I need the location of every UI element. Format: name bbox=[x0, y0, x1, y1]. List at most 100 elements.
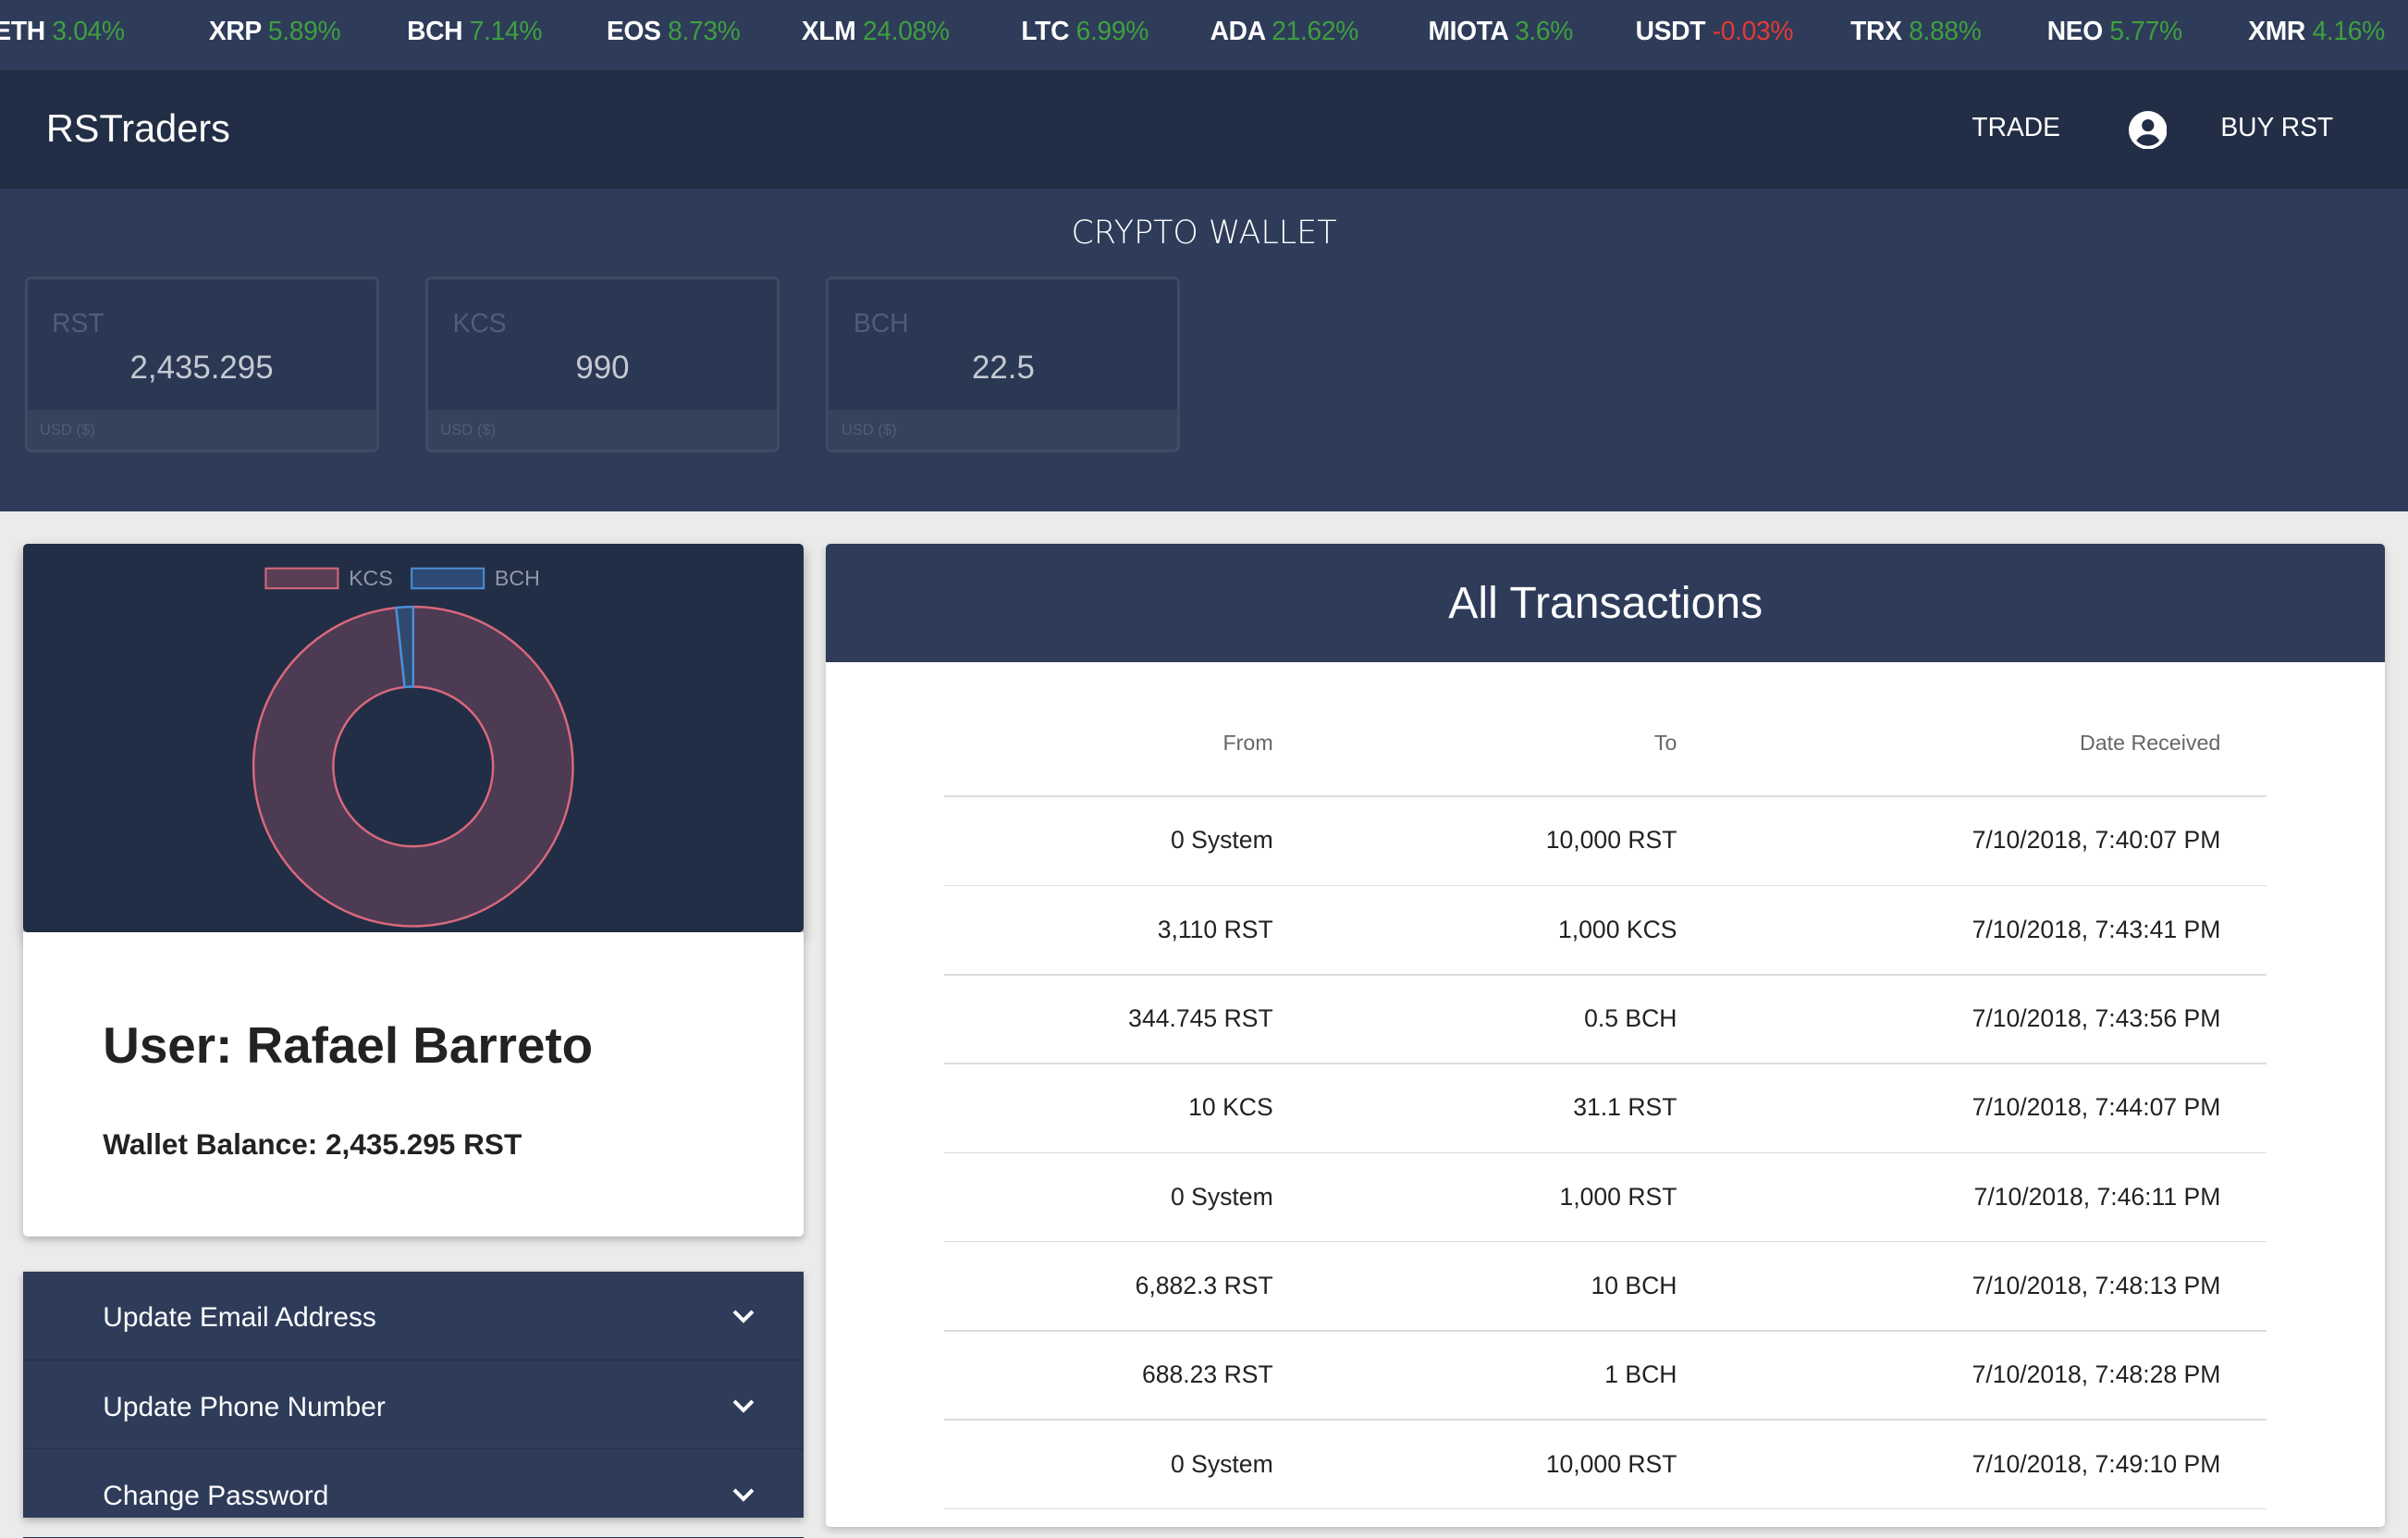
cell-date: 7/10/2018, 7:46:11 PM bbox=[1973, 1182, 2221, 1211]
table-row: 344.745 RST 0.5 BCH 7/10/2018, 7:43:56 P… bbox=[826, 976, 2385, 1064]
transactions-panel: All Transactions From To Date Received 0… bbox=[826, 543, 2386, 1527]
cell-date: 7/10/2018, 7:48:28 PM bbox=[1972, 1360, 2221, 1389]
crypto-wallet-section: CRYPTO WALLET RST 2,435.295 USD ($) KCS … bbox=[0, 189, 2408, 511]
ticker-change: 8.73% bbox=[668, 15, 741, 45]
ticker-symbol: ETH bbox=[0, 15, 45, 45]
ticker-change: 21.62% bbox=[1272, 15, 1358, 45]
table-row: 0 System 10,000 RST 7/10/2018, 7:40:07 P… bbox=[826, 797, 2385, 886]
ticker-item-xlm: XLM 24.08% bbox=[802, 16, 950, 46]
accordion-update-email[interactable]: Update Email Address bbox=[22, 1272, 804, 1360]
ticker-change: 8.88% bbox=[1909, 15, 1982, 45]
table-row: 688.23 RST 1 BCH 7/10/2018, 7:48:28 PM bbox=[826, 1332, 2385, 1421]
ticker-item-usdt: USDT -0.03% bbox=[1635, 15, 1794, 46]
user-name: User: Rafael Barreto bbox=[103, 1015, 594, 1074]
ticker-item-neo: NEO 5.77% bbox=[2047, 16, 2182, 46]
cell-from: 688.23 RST bbox=[1141, 1360, 1273, 1389]
account-settings-accordion: Update Email Address Update Phone Number… bbox=[22, 1272, 804, 1538]
ticker-symbol: EOS bbox=[606, 15, 661, 45]
ticker-change: 7.14% bbox=[469, 15, 543, 45]
wallet-card-amount: 990 bbox=[575, 350, 630, 387]
wallet-balance: Wallet Balance: 2,435.295 RST bbox=[103, 1126, 522, 1161]
doughnut-slices bbox=[252, 605, 574, 928]
accordion-update-phone[interactable]: Update Phone Number bbox=[22, 1360, 804, 1450]
user-info-card: User: Rafael Barreto Wallet Balance: 2,4… bbox=[22, 932, 804, 1237]
cell-date: 7/10/2018, 7:48:13 PM bbox=[1972, 1272, 2221, 1300]
wallet-card-bch[interactable]: BCH 22.5 USD ($) bbox=[826, 276, 1181, 453]
holdings-chart-panel: KCS BCH bbox=[22, 543, 804, 933]
wallet-card-symbol: BCH bbox=[854, 308, 909, 338]
accordion-label: Update Email Address bbox=[103, 1302, 376, 1334]
table-row: 0 System 1,000 RST 7/10/2018, 7:46:11 PM bbox=[826, 1153, 2385, 1242]
wallet-card-symbol: RST bbox=[52, 308, 104, 338]
legend-swatch-kcs[interactable] bbox=[264, 567, 339, 590]
ticker-change: 6.99% bbox=[1075, 15, 1149, 45]
wallet-card-usd-row: USD ($) bbox=[829, 410, 1178, 450]
cell-from: 10 KCS bbox=[1188, 1093, 1273, 1122]
transactions-title: All Transactions bbox=[1448, 578, 1763, 629]
wallet-card-amount: 2,435.295 bbox=[129, 350, 274, 387]
cell-from: 344.745 RST bbox=[1128, 1004, 1273, 1033]
cell-date: 7/10/2018, 7:40:07 PM bbox=[1972, 826, 2221, 855]
ticker-change: 5.89% bbox=[267, 15, 341, 45]
column-header-to: To bbox=[1653, 731, 1677, 756]
price-ticker: ETH 3.04% XRP 5.89% BCH 7.14% EOS 8.73% … bbox=[0, 0, 2408, 71]
wallet-card-kcs[interactable]: KCS 990 USD ($) bbox=[425, 276, 780, 453]
doughnut-chart: KCS BCH bbox=[252, 566, 574, 928]
ticker-change: 3.04% bbox=[52, 15, 125, 45]
cell-from: 3,110 RST bbox=[1157, 915, 1273, 943]
ticker-item-trx: TRX 8.88% bbox=[1850, 15, 1982, 46]
top-navbar: RSTraders TRADE BUY RST bbox=[0, 70, 2408, 190]
cell-from: 0 System bbox=[1170, 1449, 1273, 1478]
ticker-symbol: XMR bbox=[2248, 15, 2305, 45]
ticker-symbol: LTC bbox=[1021, 15, 1070, 45]
chevron-down-icon bbox=[732, 1488, 755, 1502]
ticker-change: 3.6% bbox=[1515, 15, 1574, 45]
chevron-down-icon bbox=[732, 1399, 755, 1413]
wallet-card-rst[interactable]: RST 2,435.295 USD ($) bbox=[24, 276, 379, 453]
cell-to: 0.5 BCH bbox=[1584, 1004, 1677, 1033]
cell-from: 0 System bbox=[1170, 1182, 1273, 1211]
wallet-card-usd-row: USD ($) bbox=[428, 410, 777, 450]
ticker-item-miota: MIOTA 3.6% bbox=[1428, 16, 1573, 46]
cell-to: 10 BCH bbox=[1591, 1272, 1677, 1300]
cell-to: 10,000 RST bbox=[1545, 826, 1677, 855]
buy-rst-link[interactable]: BUY RST bbox=[2220, 112, 2333, 142]
wallet-card-usd-label: USD ($) bbox=[440, 420, 497, 438]
table-row: 6,882.3 RST 10 BCH 7/10/2018, 7:48:13 PM bbox=[826, 1242, 2385, 1331]
trade-link[interactable]: TRADE bbox=[1972, 112, 2060, 142]
cell-to: 31.1 RST bbox=[1573, 1093, 1677, 1122]
transactions-header: All Transactions bbox=[826, 543, 2386, 662]
wallet-card-amount: 22.5 bbox=[972, 350, 1035, 387]
cell-date: 7/10/2018, 7:44:07 PM bbox=[1972, 1093, 2221, 1122]
wallet-card-usd-row: USD ($) bbox=[27, 410, 376, 450]
legend-swatch-bch[interactable] bbox=[411, 567, 485, 590]
cell-date: 7/10/2018, 7:43:41 PM bbox=[1972, 915, 2221, 943]
ticker-symbol: XLM bbox=[801, 15, 856, 45]
accordion-change-password[interactable]: Change Password bbox=[22, 1450, 804, 1538]
cell-to: 1,000 RST bbox=[1559, 1182, 1677, 1211]
table-row: 0 System 10,000 RST 7/10/2018, 7:49:10 P… bbox=[826, 1421, 2385, 1509]
brand-logo[interactable]: RSTraders bbox=[46, 106, 230, 151]
ticker-item-ltc: LTC 6.99% bbox=[1021, 16, 1149, 46]
cell-date: 7/10/2018, 7:49:10 PM bbox=[1972, 1449, 2221, 1478]
account-circle-icon[interactable] bbox=[2128, 110, 2168, 150]
table-row: 3,110 RST 1,000 KCS 7/10/2018, 7:43:41 P… bbox=[826, 886, 2385, 975]
legend-label-kcs: KCS bbox=[349, 566, 393, 590]
column-header-date: Date Received bbox=[2079, 731, 2221, 756]
table-row: 10 KCS 31.1 RST 7/10/2018, 7:44:07 PM bbox=[826, 1064, 2385, 1153]
ticker-symbol: USDT bbox=[1635, 15, 1706, 45]
wallet-card-symbol: KCS bbox=[452, 308, 507, 338]
ticker-symbol: BCH bbox=[407, 15, 463, 45]
cell-to: 1,000 KCS bbox=[1558, 915, 1677, 943]
ticker-change: 5.77% bbox=[2109, 15, 2182, 45]
column-header-from: From bbox=[1222, 731, 1273, 756]
ticker-item-eth: ETH 3.04% bbox=[0, 16, 125, 46]
ticker-item-xmr: XMR 4.16% bbox=[2248, 16, 2385, 46]
table-divider bbox=[944, 1507, 2267, 1510]
ticker-change: 24.08% bbox=[862, 15, 950, 45]
cell-date: 7/10/2018, 7:43:56 PM bbox=[1972, 1004, 2221, 1033]
cell-from: 0 System bbox=[1170, 826, 1273, 855]
ticker-item-bch: BCH 7.14% bbox=[407, 16, 542, 46]
ticker-symbol: TRX bbox=[1850, 15, 1902, 45]
chevron-down-icon bbox=[732, 1310, 755, 1323]
